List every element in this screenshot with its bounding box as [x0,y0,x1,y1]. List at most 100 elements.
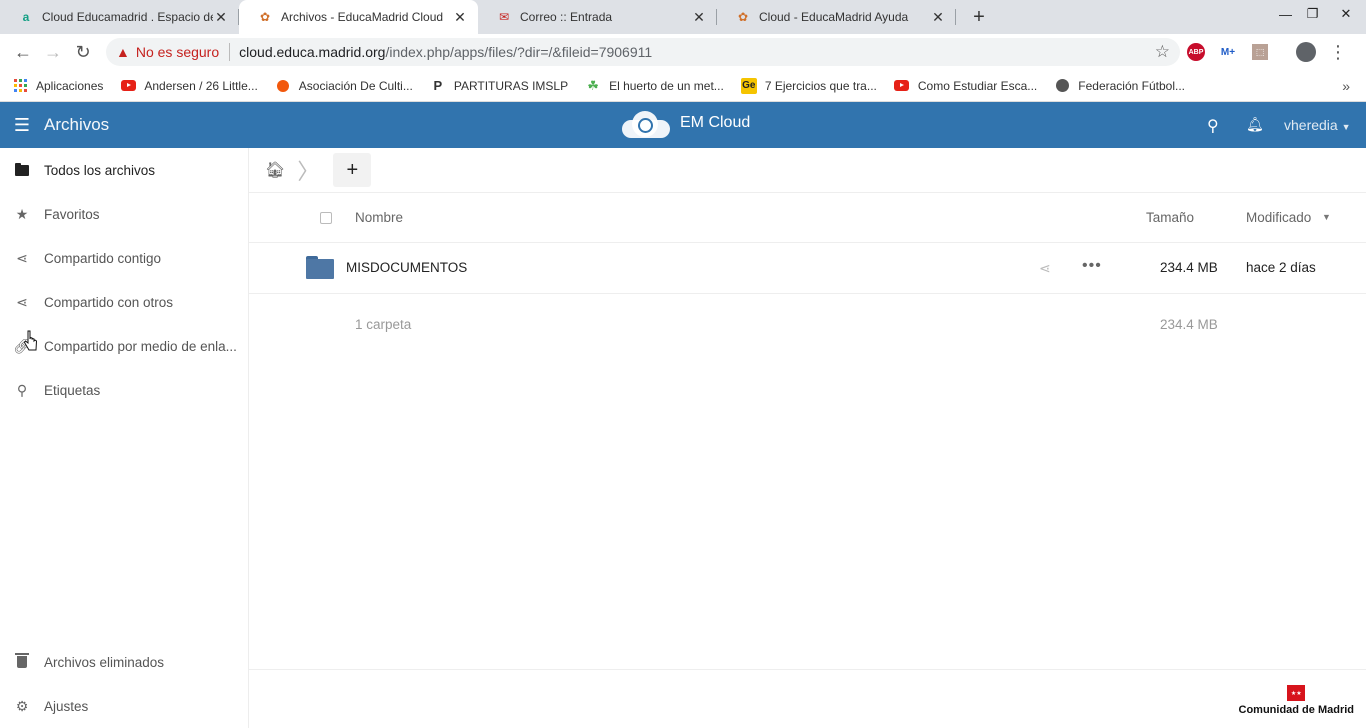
sidebar-item-deleted-files[interactable]: Archivos eliminados [0,640,248,684]
share-icon: ⋖ [16,293,28,310]
browser-tab[interactable]: ✉ Correo :: Entrada ✕ [478,0,717,34]
bookmark-label: Como Estudiar Esca... [917,78,1038,93]
gear-icon: ⚙ [15,697,29,714]
select-all-checkbox[interactable] [320,212,332,224]
sidebar-item-favorites[interactable]: ★ Favoritos [0,192,248,236]
column-header-size[interactable]: Tamaño [1146,210,1194,225]
column-header-modified[interactable]: Modificado [1246,210,1311,225]
minimize-icon[interactable]: — [1272,0,1299,28]
page-footer: ★★ Comunidad de Madrid [249,669,1366,728]
em-cloud-logo[interactable]: EM Cloud [620,108,750,138]
hamburger-menu-icon[interactable]: ☰ [0,115,44,136]
forward-button[interactable]: → [38,37,68,67]
imslp-icon: P [433,78,443,93]
app-title[interactable]: Archivos [44,115,109,135]
main-area: Todos los archivos ★ Favoritos ⋖ Compart… [0,148,1366,728]
file-table-header: Nombre Tamaño Modificado ▼ [249,193,1366,243]
column-header-name[interactable]: Nombre [355,210,403,225]
back-button[interactable]: ← [8,37,38,67]
ge-icon: Ge [740,77,757,94]
mouse-pointer-icon [24,330,38,351]
sidebar-bottom: Archivos eliminados ⚙ Ajustes [0,640,248,728]
search-icon[interactable]: ⚲ [1207,116,1219,136]
bookmark-item[interactable]: Federación Fútbol... [1054,78,1185,94]
summary-count: 1 carpeta [355,317,412,332]
security-label[interactable]: No es seguro [136,44,219,60]
table-row[interactable]: MISDOCUMENTOS ⋖ ••• 234.4 MB hace 2 días [249,243,1366,294]
pdf-extension-button[interactable]: ⬚ [1244,38,1276,66]
mail-favicon-icon: ✉ [498,10,510,24]
window-controls: — ❐ ✕ [1272,0,1366,28]
files-content: 🏠︎ 〉 + Nombre Tamaño Modificado ▼ MISDOC… [249,148,1366,728]
folder-icon[interactable] [306,256,334,279]
bookmark-label: PARTITURAS IMSLP [453,78,569,93]
pdf-icon: ⬚ [1252,44,1268,60]
tab-close-icon[interactable]: ✕ [691,9,707,26]
star-icon: ★ [15,205,29,222]
breadcrumb: 🏠︎ 〉 + [249,148,1366,193]
profile-button[interactable] [1290,38,1322,66]
app-header: ☰ Archivos EM Cloud ⚲ 🔔︎ vheredia ▼ [0,102,1366,148]
sidebar-item-label: Compartido contigo [44,250,162,266]
summary-size: 234.4 MB [1160,317,1218,332]
bookmark-apps[interactable]: Aplicaciones [12,78,103,94]
address-bar[interactable]: ▲ No es seguro cloud.educa.madrid.org /i… [106,38,1180,66]
reload-button[interactable]: ↻ [68,37,98,67]
bookmarks-bar: Aplicaciones Andersen / 26 Little... Aso… [0,70,1366,102]
browser-tab[interactable]: a Cloud Educamadrid . Espacio de ✕ [0,0,239,34]
share-icon[interactable]: ⋖ [1039,260,1051,277]
bookmarks-overflow-icon[interactable]: » [1342,78,1350,94]
files-sidebar: Todos los archivos ★ Favoritos ⋖ Compart… [0,148,249,728]
tab-close-icon[interactable]: ✕ [213,9,229,26]
bookmark-item[interactable]: Andersen / 26 Little... [120,78,258,94]
bookmark-item[interactable]: ☘ El huerto de un met... [585,78,724,94]
browser-tab-bar: a Cloud Educamadrid . Espacio de ✕ ✿ Arc… [0,0,1366,34]
file-modified: hace 2 días [1246,260,1316,275]
cloud-favicon-icon: ✿ [259,10,271,24]
user-menu[interactable]: vheredia ▼ [1284,117,1351,133]
bookmark-item[interactable]: Ge 7 Ejercicios que tra... [740,77,877,94]
window-close-icon[interactable]: ✕ [1326,0,1366,28]
restore-icon[interactable]: ❐ [1299,0,1326,28]
movistar-extension-button[interactable]: M+ [1212,38,1244,66]
warning-icon[interactable]: ▲ [116,44,130,60]
browser-tab-active[interactable]: ✿ Archivos - EducaMadrid Cloud ✕ [239,0,478,34]
sidebar-item-label: Compartido por medio de enla... [44,338,237,354]
file-summary: 1 carpeta 234.4 MB [249,294,1366,354]
sidebar-item-all-files[interactable]: Todos los archivos [0,148,248,192]
more-actions-icon[interactable]: ••• [1082,257,1102,275]
breadcrumb-separator-icon: 〉 [297,159,320,184]
browser-menu-button[interactable]: ⋮ [1322,38,1354,66]
home-icon[interactable]: 🏠︎ [265,160,285,180]
browser-tab[interactable]: ✿ Cloud - EducaMadrid Ayuda ✕ [717,0,956,34]
apps-grid-icon [12,78,28,94]
youtube-icon [120,78,136,94]
tab-close-icon[interactable]: ✕ [930,9,946,26]
cloud-favicon-icon: ✿ [737,10,749,24]
file-name[interactable]: MISDOCUMENTOS [346,260,467,275]
tab-close-icon[interactable]: ✕ [452,9,468,26]
sidebar-item-label: Etiquetas [44,382,101,398]
sidebar-item-label: Ajustes [44,698,89,714]
sidebar-item-shared-with-others[interactable]: ⋖ Compartido con otros [0,280,248,324]
educamadrid-favicon-icon: a [22,10,30,24]
bookmark-item[interactable]: Asociación De Culti... [275,78,413,94]
sidebar-item-tags[interactable]: ⚲ Etiquetas [0,368,248,412]
username: vheredia [1284,117,1338,133]
new-file-button[interactable]: + [333,153,372,187]
comunidad-madrid-logo: ★★ Comunidad de Madrid [1239,685,1354,716]
bookmark-item[interactable]: P PARTITURAS IMSLP [430,78,568,94]
sort-descending-icon[interactable]: ▼ [1322,212,1331,222]
bookmark-item[interactable]: Como Estudiar Esca... [894,78,1037,94]
leaf-icon: ☘ [587,77,599,93]
kebab-menu-icon: ⋮ [1329,41,1347,62]
sidebar-item-shared-with-you[interactable]: ⋖ Compartido contigo [0,236,248,280]
sidebar-item-settings[interactable]: ⚙ Ajustes [0,684,248,728]
bookmark-star-icon[interactable]: ☆ [1155,42,1170,62]
orange-circle-icon [275,78,291,94]
sidebar-item-label: Favoritos [44,206,100,222]
tab-title: Cloud Educamadrid . Espacio de [42,10,213,24]
adblock-extension-button[interactable]: ABP [1180,38,1212,66]
new-tab-button[interactable]: + [962,0,996,34]
notifications-bell-icon[interactable]: 🔔︎ [1246,116,1264,133]
